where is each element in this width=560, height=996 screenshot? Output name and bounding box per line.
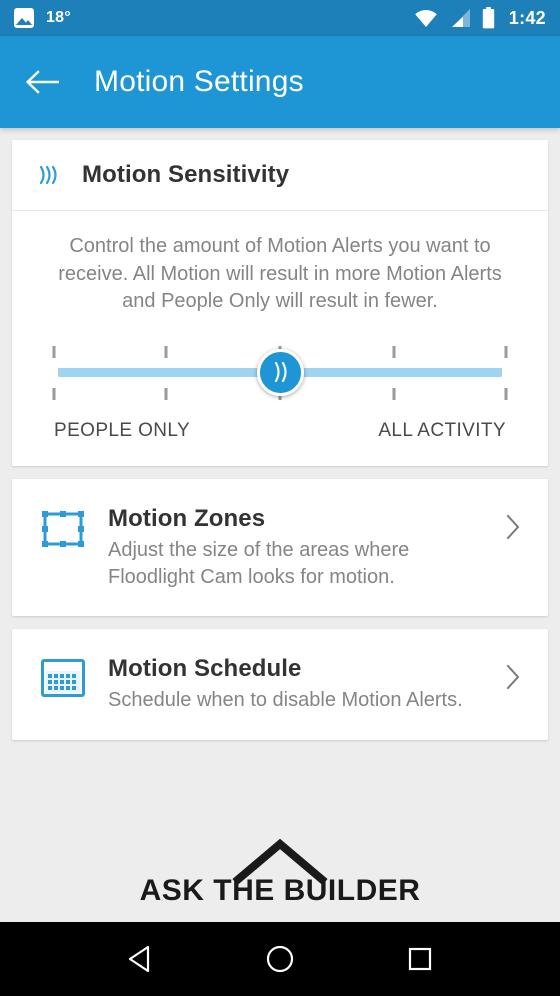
nav-home-button[interactable]: [250, 929, 310, 989]
slider-tick-top-4: [392, 345, 396, 358]
motion-schedule-text: Motion Schedule Schedule when to disable…: [108, 655, 498, 714]
nav-back-triangle-icon: [128, 945, 150, 973]
motion-sensitivity-header: Motion Sensitivity: [12, 140, 548, 211]
motion-zones-icon-wrap: [36, 505, 90, 549]
motion-sensitivity-body: Control the amount of Motion Alerts you …: [12, 211, 548, 466]
nav-recents-button[interactable]: [390, 929, 450, 989]
double-chevron-icon: [274, 362, 287, 383]
calendar-icon: [41, 659, 85, 698]
motion-zones-subtitle: Adjust the size of the areas where Flood…: [108, 538, 410, 588]
motion-schedule-title: Motion Schedule: [108, 655, 302, 683]
motion-schedule-icon-wrap: [36, 655, 90, 698]
back-arrow-icon: [25, 70, 59, 94]
watermark: ASK THE BUILDER: [0, 838, 560, 908]
motion-schedule-subtitle: Schedule when to disable Motion Alerts.: [108, 689, 463, 712]
motion-schedule-row[interactable]: Motion Schedule Schedule when to disable…: [12, 629, 548, 740]
motion-zones-rectangle-icon: [42, 510, 84, 547]
phone-screen: 18° 1:42 Motion Settings Motion Sensitiv…: [0, 0, 560, 996]
slider-tick-top-1: [52, 345, 56, 358]
motion-zones-title: Motion Zones: [108, 504, 266, 532]
status-bar-right: 1:42: [414, 7, 546, 29]
status-bar-left: 18°: [14, 8, 71, 28]
temperature-label: 18°: [46, 9, 71, 26]
motion-schedule-card[interactable]: Motion Schedule Schedule when to disable…: [12, 629, 548, 741]
motion-sensitivity-title: Motion Sensitivity: [82, 161, 290, 188]
nav-back-button[interactable]: [110, 929, 170, 989]
battery-icon: [482, 7, 494, 29]
signal-icon: [451, 9, 470, 27]
slider-tick-top-2: [164, 345, 168, 358]
nav-home-circle-icon: [266, 945, 294, 973]
motion-sensitivity-description: Control the amount of Motion Alerts you …: [58, 235, 502, 313]
motion-waves-icon: [39, 165, 57, 185]
photo-icon: [14, 8, 34, 28]
slider-tick-bottom-4: [392, 387, 396, 400]
motion-zones-chevron-wrap[interactable]: [498, 505, 528, 541]
slider-tick-bottom-5: [504, 387, 508, 400]
motion-sensitivity-card: Motion Sensitivity Control the amount of…: [12, 140, 548, 466]
motion-zones-row[interactable]: Motion Zones Adjust the size of the area…: [12, 479, 548, 617]
status-bar: 18° 1:42: [0, 0, 560, 36]
sensitivity-slider[interactable]: [52, 340, 508, 404]
page-title: Motion Settings: [94, 65, 304, 98]
slider-labels: PEOPLE ONLY ALL ACTIVITY: [40, 404, 520, 448]
android-nav-bar: [0, 922, 560, 996]
motion-zones-card[interactable]: Motion Zones Adjust the size of the area…: [12, 478, 548, 617]
motion-schedule-chevron-wrap[interactable]: [498, 655, 528, 691]
app-bar: Motion Settings: [0, 36, 560, 128]
chevron-right-icon: [506, 664, 520, 690]
watermark-text: ASK THE BUILDER: [139, 874, 421, 907]
slider-tick-bottom-1: [52, 387, 56, 400]
clock-label: 1:42: [508, 7, 546, 28]
slider-thumb[interactable]: [257, 348, 304, 396]
wifi-icon: [414, 10, 437, 27]
slider-min-label: PEOPLE ONLY: [54, 419, 191, 441]
chevron-right-icon: [506, 514, 520, 540]
slider-tick-bottom-2: [164, 387, 168, 400]
slider-max-label: ALL ACTIVITY: [378, 419, 506, 441]
motion-zones-text: Motion Zones Adjust the size of the area…: [108, 505, 498, 591]
slider-tick-top-5: [504, 345, 508, 358]
back-button[interactable]: [22, 62, 62, 102]
nav-recents-square-icon: [408, 947, 432, 971]
content-area: Motion Sensitivity Control the amount of…: [0, 128, 560, 922]
